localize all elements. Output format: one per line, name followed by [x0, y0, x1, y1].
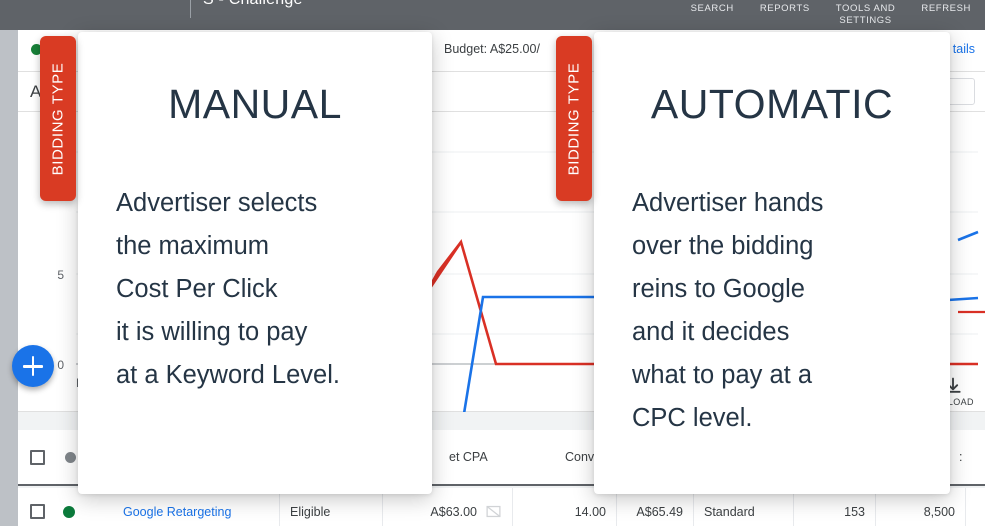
- nav-item-tools-and-settings[interactable]: TOOLS AND SETTINGS: [836, 3, 896, 26]
- y-tick-0: 0: [57, 358, 64, 372]
- cell-target-cpa-value: A$63.00: [430, 504, 477, 519]
- overlay-automatic-title: AUTOMATIC: [650, 81, 894, 127]
- column-header-target-cpa[interactable]: et CPA: [449, 450, 488, 464]
- row-checkbox-cell: [18, 488, 53, 526]
- top-nav: SEARCH REPORTS TOOLS AND SETTINGS REFRES…: [691, 3, 971, 26]
- app-root: S - Challenge SEARCH REPORTS TOOLS AND S…: [0, 0, 985, 526]
- overlay-automatic-body: Advertiser hands over the bidding reins …: [632, 189, 824, 432]
- nav-item-search[interactable]: SEARCH: [691, 3, 734, 15]
- overlay-manual-title: MANUAL: [168, 81, 342, 127]
- topbar-divider: [190, 0, 191, 18]
- overlay-card-manual: MANUAL Advertiser selects the maximum Co…: [78, 32, 432, 494]
- bidding-type-tab-automatic: BIDDING TYPE: [556, 36, 592, 201]
- page-title: S - Challenge: [203, 0, 303, 9]
- overlay-manual-body: Advertiser selects the maximum Cost Per …: [116, 189, 340, 389]
- row-checkbox[interactable]: [30, 504, 45, 519]
- add-campaign-fab[interactable]: [12, 345, 54, 387]
- row-status-dot-icon: [63, 505, 75, 518]
- left-rail: [0, 30, 18, 526]
- budget-label: Budget: A$25.00/: [444, 42, 540, 56]
- overlay-card-automatic: AUTOMATIC Advertiser hands over the bidd…: [594, 32, 950, 494]
- chart-series-blue-right: [957, 230, 979, 242]
- nav-item-reports[interactable]: REPORTS: [760, 3, 810, 15]
- status-column-icon: [65, 452, 76, 463]
- nav-item-refresh[interactable]: REFRESH: [921, 3, 971, 15]
- bidding-type-tab-automatic-label: BIDDING TYPE: [565, 62, 583, 175]
- not-editable-icon: [486, 505, 501, 518]
- bidding-type-tab-manual: BIDDING TYPE: [40, 36, 76, 201]
- select-all-checkbox[interactable]: [30, 450, 45, 465]
- top-bar: S - Challenge SEARCH REPORTS TOOLS AND S…: [0, 0, 985, 30]
- details-link[interactable]: tails: [953, 42, 975, 56]
- column-header-truncated[interactable]: :: [959, 450, 962, 464]
- y-tick-5: 5: [57, 268, 64, 282]
- bidding-type-tab-manual-label: BIDDING TYPE: [49, 62, 67, 175]
